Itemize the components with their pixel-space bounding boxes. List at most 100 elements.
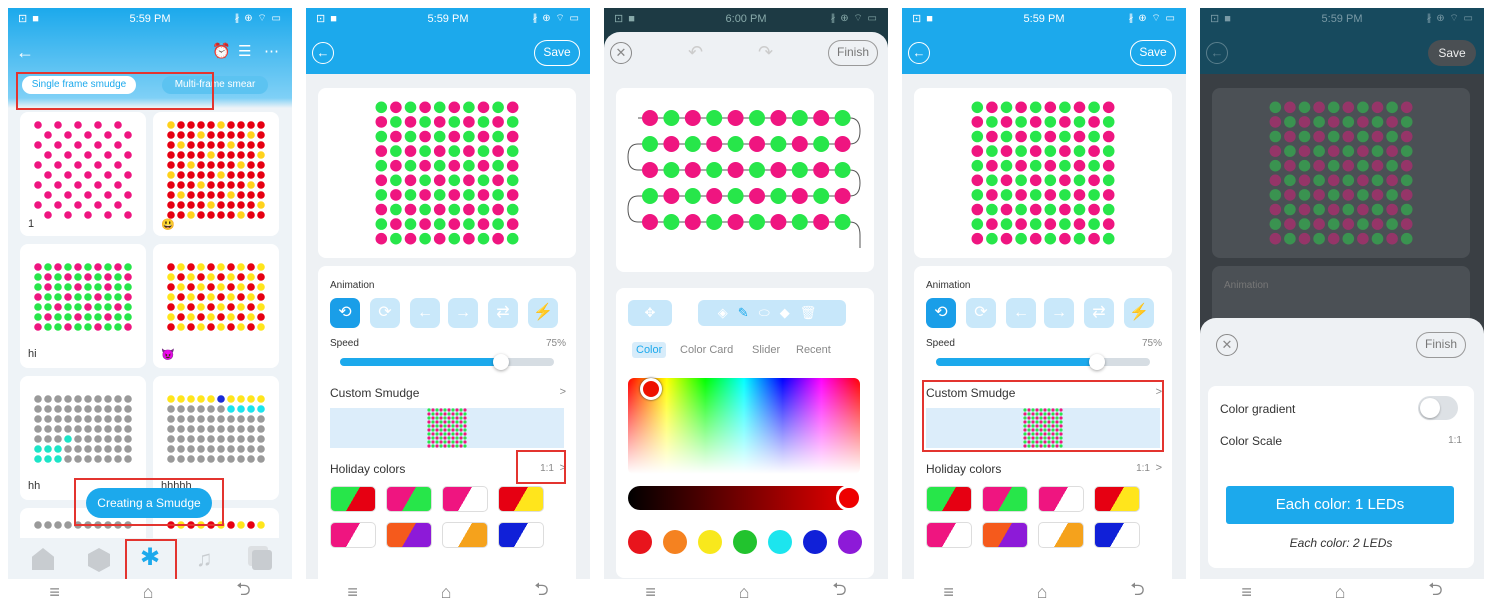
finish-button[interactable]: Finish	[1416, 332, 1466, 358]
trash-icon[interactable]: 🗑	[800, 305, 827, 320]
led-dot[interactable]	[749, 136, 765, 152]
led-dot[interactable]	[770, 188, 787, 204]
custom-smudge-preview[interactable]	[330, 408, 564, 448]
anim-cycle-button[interactable]: ⟳	[966, 298, 996, 328]
preset-color-swatch[interactable]	[698, 530, 722, 554]
back-nav-icon[interactable]: ⮌	[534, 577, 548, 605]
holiday-color-swatch[interactable]	[498, 486, 544, 512]
save-button[interactable]: Save	[1428, 40, 1476, 66]
led-dot[interactable]	[706, 110, 723, 126]
led-dot[interactable]	[706, 188, 723, 204]
back-nav-icon[interactable]: ⮌	[1130, 577, 1144, 605]
custom-smudge-label[interactable]: Custom Smudge	[330, 386, 419, 400]
anim-left-button[interactable]: ←	[1006, 298, 1036, 328]
led-dot[interactable]	[834, 188, 851, 204]
spectrum-handle[interactable]	[640, 378, 662, 400]
led-dot[interactable]	[642, 136, 658, 152]
home-nav-icon[interactable]: ⌂	[1037, 582, 1048, 603]
alarm-icon[interactable]: ⏰	[212, 42, 231, 60]
brightness-slider[interactable]	[628, 485, 862, 511]
back-nav-icon[interactable]: ⮌	[236, 577, 250, 605]
scenes-tab-icon[interactable]	[252, 550, 272, 570]
finish-button[interactable]: Finish	[828, 40, 878, 66]
holiday-color-swatch[interactable]	[1038, 522, 1084, 548]
holiday-color-swatch[interactable]	[330, 522, 376, 548]
led-dot[interactable]	[813, 162, 830, 178]
led-dot[interactable]	[663, 214, 680, 230]
led-dot[interactable]	[813, 188, 830, 204]
preset-color-swatch[interactable]	[803, 530, 827, 554]
led-dot[interactable]	[663, 162, 680, 178]
tab-color[interactable]: Color	[632, 342, 667, 358]
tab-color-card[interactable]: Color Card	[680, 344, 733, 356]
device-tab-icon[interactable]	[88, 548, 110, 572]
tab-slider[interactable]: Slider	[752, 344, 780, 356]
anim-loop-button[interactable]: ⟲	[926, 298, 956, 328]
holiday-color-swatch[interactable]	[386, 486, 432, 512]
brightness-knob[interactable]	[836, 485, 862, 511]
more-icon[interactable]: ⋯	[264, 42, 279, 60]
holiday-color-swatch[interactable]	[442, 522, 488, 548]
led-dot[interactable]	[834, 214, 851, 230]
led-dot[interactable]	[791, 188, 808, 204]
holiday-color-swatch[interactable]	[982, 522, 1028, 548]
led-dot[interactable]	[813, 214, 830, 230]
led-dot[interactable]	[727, 214, 744, 230]
led-dot[interactable]	[727, 188, 744, 204]
eraser-icon[interactable]: ◆	[780, 305, 800, 320]
led-dot[interactable]	[663, 136, 680, 152]
back-icon[interactable]: ←	[312, 42, 334, 64]
menu-nav-icon[interactable]: ≡	[645, 582, 656, 603]
holiday-color-swatch[interactable]	[386, 522, 432, 548]
anim-swap-button[interactable]: ⇄	[1084, 298, 1114, 328]
close-icon[interactable]: ✕	[1216, 334, 1238, 356]
undo-icon[interactable]: ↶	[688, 42, 703, 63]
color-spectrum[interactable]	[628, 378, 860, 474]
anim-cycle-button[interactable]: ⟳	[370, 298, 400, 328]
led-dot[interactable]	[642, 162, 658, 178]
holiday-color-swatch[interactable]	[926, 486, 972, 512]
led-dot[interactable]	[834, 136, 851, 152]
led-dot[interactable]	[770, 136, 787, 152]
preset-color-swatch[interactable]	[733, 530, 757, 554]
led-dot[interactable]	[727, 110, 744, 126]
home-nav-icon[interactable]: ⌂	[143, 582, 154, 603]
chevron-right-icon[interactable]: >	[560, 386, 566, 398]
each-color-1-button[interactable]: Each color: 1 LEDs	[1226, 486, 1454, 524]
holiday-color-swatch[interactable]	[498, 522, 544, 548]
fill-bucket-icon[interactable]: ◈	[718, 305, 738, 320]
led-dot[interactable]	[770, 214, 787, 230]
save-button[interactable]: Save	[1130, 40, 1176, 66]
home-nav-icon[interactable]: ⌂	[441, 582, 452, 603]
each-color-2-option[interactable]: Each color: 2 LEDs	[1208, 536, 1474, 550]
led-dot[interactable]	[813, 136, 830, 152]
chevron-right-icon[interactable]: >	[1156, 462, 1162, 474]
playlist-icon[interactable]: ☰	[238, 42, 251, 60]
led-dot[interactable]	[791, 110, 808, 126]
led-dot[interactable]	[684, 110, 701, 126]
holiday-color-swatch[interactable]	[1038, 486, 1084, 512]
color-scale-value[interactable]: 1:1	[1448, 435, 1462, 446]
pen-icon[interactable]: ✎	[738, 305, 759, 320]
music-tab-icon[interactable]: ♫	[196, 546, 213, 572]
menu-nav-icon[interactable]: ≡	[49, 582, 60, 603]
tab-recent[interactable]: Recent	[796, 344, 831, 356]
menu-nav-icon[interactable]: ≡	[1241, 582, 1252, 603]
led-dot[interactable]	[706, 214, 723, 230]
led-dot[interactable]	[706, 162, 723, 178]
anim-flash-button[interactable]: ⚡	[528, 298, 558, 328]
led-dot[interactable]	[706, 136, 723, 152]
led-dot[interactable]	[770, 110, 787, 126]
holiday-color-swatch[interactable]	[442, 486, 488, 512]
pill-icon[interactable]: ⬭	[759, 305, 780, 320]
speed-knob[interactable]	[1088, 354, 1105, 370]
speed-slider[interactable]	[936, 354, 1150, 370]
back-nav-icon[interactable]: ⮌	[832, 577, 846, 605]
led-dot[interactable]	[791, 162, 808, 178]
led-dot[interactable]	[770, 162, 787, 178]
anim-flash-button[interactable]: ⚡	[1124, 298, 1154, 328]
anim-swap-button[interactable]: ⇄	[488, 298, 518, 328]
redo-icon[interactable]: ↷	[758, 42, 773, 63]
ratio-value[interactable]: 1:1	[1136, 463, 1150, 474]
holiday-color-swatch[interactable]	[1094, 486, 1140, 512]
